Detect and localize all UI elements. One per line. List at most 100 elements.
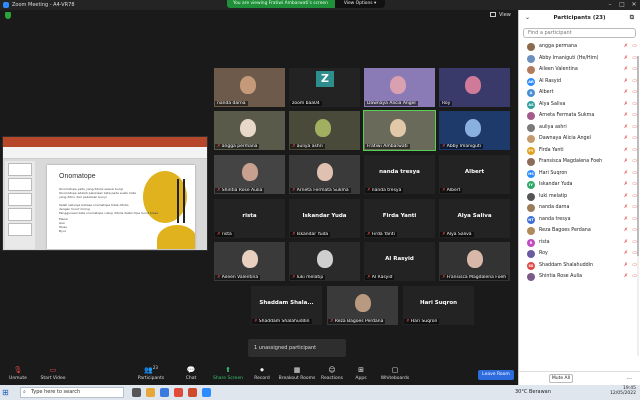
- popout-icon[interactable]: ⧉: [630, 10, 634, 26]
- participant-row[interactable]: Shintia Rose Aulia ✗ ▭: [519, 271, 640, 283]
- video-tile[interactable]: ✗Fransisca Magdalena Foeh: [438, 241, 511, 282]
- muted-mic-icon: ✗: [292, 232, 296, 237]
- video-tile[interactable]: Dawnaya Alicia Angel: [363, 67, 436, 108]
- chrome-icon[interactable]: [174, 388, 183, 397]
- participant-row[interactable]: auliya ashri ✗ ▭: [519, 122, 640, 134]
- participant-row[interactable]: Abby Imaniguti (He/Him) ✗ ▭: [519, 53, 640, 65]
- start-video-button[interactable]: ▭ Start Video: [38, 365, 68, 385]
- participant-row[interactable]: Arneta Fermata Sukma ✗ ▭: [519, 110, 640, 122]
- tile-name-label: ✗rista: [215, 232, 234, 237]
- scrollbar-thumb[interactable]: [637, 56, 639, 256]
- file-explorer-icon[interactable]: [146, 388, 155, 397]
- video-tile[interactable]: Shaddam Shala... ✗Shaddam Shalahuddin: [250, 285, 323, 326]
- windows-taskbar: ⊞ ⌕ Type here to search 30°C Berawan 19:…: [0, 385, 640, 400]
- video-tile[interactable]: Zzoom baa04: [288, 67, 361, 108]
- video-tile[interactable]: nanda darna: [213, 67, 286, 108]
- video-tile[interactable]: Al Rasyid ✗Al Rasyid: [363, 241, 436, 282]
- tile-name-label: ✗Arneta Fermata Sukma: [290, 188, 351, 193]
- video-tile[interactable]: ✗Aileen Valentina: [213, 241, 286, 282]
- video-tile[interactable]: ✗angga permana: [213, 110, 286, 151]
- participant-name: Firda Yanti: [539, 147, 564, 153]
- video-tile[interactable]: ✗luki melatip: [288, 241, 361, 282]
- video-tile[interactable]: Albert ✗Albert: [438, 154, 511, 195]
- edge-icon[interactable]: [160, 388, 169, 397]
- muted-mic-icon: ✗: [254, 319, 258, 324]
- participant-row[interactable]: nanda darna ✗ ▭: [519, 202, 640, 214]
- shared-screen[interactable]: Onomatope Onomatope yaitu yang ditulis s…: [2, 136, 208, 251]
- more-options-button[interactable]: ...: [626, 374, 632, 381]
- participant-photo: [317, 250, 333, 268]
- breakout-rooms-button[interactable]: ▦ Breakout Rooms: [278, 365, 316, 385]
- record-button[interactable]: ⏺ Record: [252, 365, 272, 385]
- video-tile[interactable]: ✗Abby Imaniguti: [438, 110, 511, 151]
- video-tile[interactable]: Iskandar Yuda ✗Iskandar Yuda: [288, 198, 361, 239]
- participant-row[interactable]: Dawnaya Alicia Angel ✗ ▭: [519, 133, 640, 145]
- video-tile[interactable]: rista ✗rista: [213, 198, 286, 239]
- muted-mic-icon: ✗: [623, 238, 628, 245]
- windows-start-icon[interactable]: ⊞: [2, 388, 9, 397]
- participant-row[interactable]: AR Al Rasyid ✗ ▭: [519, 76, 640, 88]
- participant-name: Dawnaya Alicia Angel: [539, 136, 591, 141]
- tile-display-name: Firda Yanti: [382, 213, 417, 219]
- video-tile[interactable]: Roy: [438, 67, 511, 108]
- participant-row[interactable]: Rrista ✗ ▭: [519, 237, 640, 249]
- video-tile[interactable]: ✗auliya ashri: [288, 110, 361, 151]
- leave-room-button[interactable]: Leave Room: [478, 370, 514, 380]
- zoom-taskbar-icon[interactable]: [202, 388, 211, 397]
- participant-row[interactable]: SS Shaddam Shalahuddin ✗ ▭: [519, 260, 640, 272]
- muted-mic-icon: ✗: [367, 188, 371, 193]
- reactions-button[interactable]: ☺ Reactions: [320, 365, 344, 385]
- participant-row[interactable]: A Albert ✗ ▭: [519, 87, 640, 99]
- participant-row[interactable]: AS Alya Saliva ✗ ▭: [519, 99, 640, 111]
- share-screen-button[interactable]: ⬆ Share Screen: [212, 365, 244, 385]
- participant-row[interactable]: angga permana ✗ ▭: [519, 41, 640, 53]
- video-tile[interactable]: Hari Suqron ✗Hari Suqron: [402, 285, 475, 326]
- avatar: [527, 227, 535, 235]
- maximize-icon[interactable]: □: [616, 0, 628, 10]
- participant-row[interactable]: HS Hari Suqron ✗ ▭: [519, 168, 640, 180]
- panel-title: Participants (23): [553, 15, 606, 21]
- view-button[interactable]: View: [490, 12, 511, 18]
- participant-row[interactable]: Reza Bagoes Perdana ✗ ▭: [519, 225, 640, 237]
- system-clock[interactable]: 19:45 12/05/2022: [610, 386, 636, 396]
- tile-name-label: ✗Iskandar Yuda: [290, 232, 331, 237]
- muted-mic-icon: ✗: [623, 181, 628, 187]
- chevron-down-icon[interactable]: ⌄: [525, 10, 530, 26]
- participant-search-input[interactable]: Find a participant: [523, 28, 636, 38]
- participant-row[interactable]: NT nanda tresya ✗ ▭: [519, 214, 640, 226]
- unmute-button[interactable]: 🎙 Unmute: [6, 365, 30, 385]
- unassigned-participant-tooltip[interactable]: 1 unassigned participant: [248, 339, 346, 357]
- participants-button[interactable]: 👥23 Participants: [136, 365, 166, 385]
- participant-photo: [317, 163, 333, 181]
- muted-mic-icon: ✗: [623, 112, 628, 118]
- mute-all-button[interactable]: Mute All: [549, 374, 573, 383]
- participant-name: Al Rasyid: [539, 78, 562, 84]
- muted-mic-icon: ✗: [623, 54, 628, 61]
- security-shield-icon[interactable]: [5, 12, 11, 19]
- participant-row[interactable]: FY Firda Yanti ✗ ▭: [519, 145, 640, 157]
- close-icon[interactable]: ✕: [628, 0, 640, 10]
- participant-row[interactable]: Aileen Valentina ✗ ▭: [519, 64, 640, 76]
- taskbar-search-input[interactable]: ⌕ Type here to search: [20, 387, 124, 398]
- whiteboards-button[interactable]: ▢ Whiteboards: [378, 365, 412, 385]
- task-view-icon[interactable]: [132, 388, 141, 397]
- minimize-icon[interactable]: –: [604, 0, 616, 10]
- video-tile[interactable]: ✗Shintia Rose Aulia: [213, 154, 286, 195]
- participant-photo: [355, 294, 371, 312]
- video-tile[interactable]: Firda Yanti ✗Firda Yanti: [363, 198, 436, 239]
- video-tile[interactable]: ✗Arneta Fermata Sukma: [288, 154, 361, 195]
- video-tile[interactable]: nanda tresya ✗nanda tresya: [363, 154, 436, 195]
- participant-row[interactable]: Roy ✗ ▭: [519, 248, 640, 260]
- video-tile[interactable]: Alya Saliva ✗Alya Saliva: [438, 198, 511, 239]
- chat-button[interactable]: 💬 Chat: [180, 365, 202, 385]
- tile-display-name: rista: [242, 213, 257, 219]
- participant-row[interactable]: luki melatip ✗ ▭: [519, 191, 640, 203]
- participant-row[interactable]: IY Iskandar Yuda ✗ ▭: [519, 179, 640, 191]
- powerpoint-icon[interactable]: [188, 388, 197, 397]
- video-tile[interactable]: ✗Reza Bagoes Perdana: [326, 285, 399, 326]
- apps-button[interactable]: ⊞ Apps: [352, 365, 370, 385]
- weather-widget[interactable]: 30°C Berawan: [515, 389, 551, 395]
- video-tile[interactable]: Fratiwi Ambarwati: [363, 110, 436, 151]
- participant-row[interactable]: Fransisca Magdalena Foeh ✗ ▭: [519, 156, 640, 168]
- view-options-button[interactable]: View Options ▾: [335, 0, 385, 8]
